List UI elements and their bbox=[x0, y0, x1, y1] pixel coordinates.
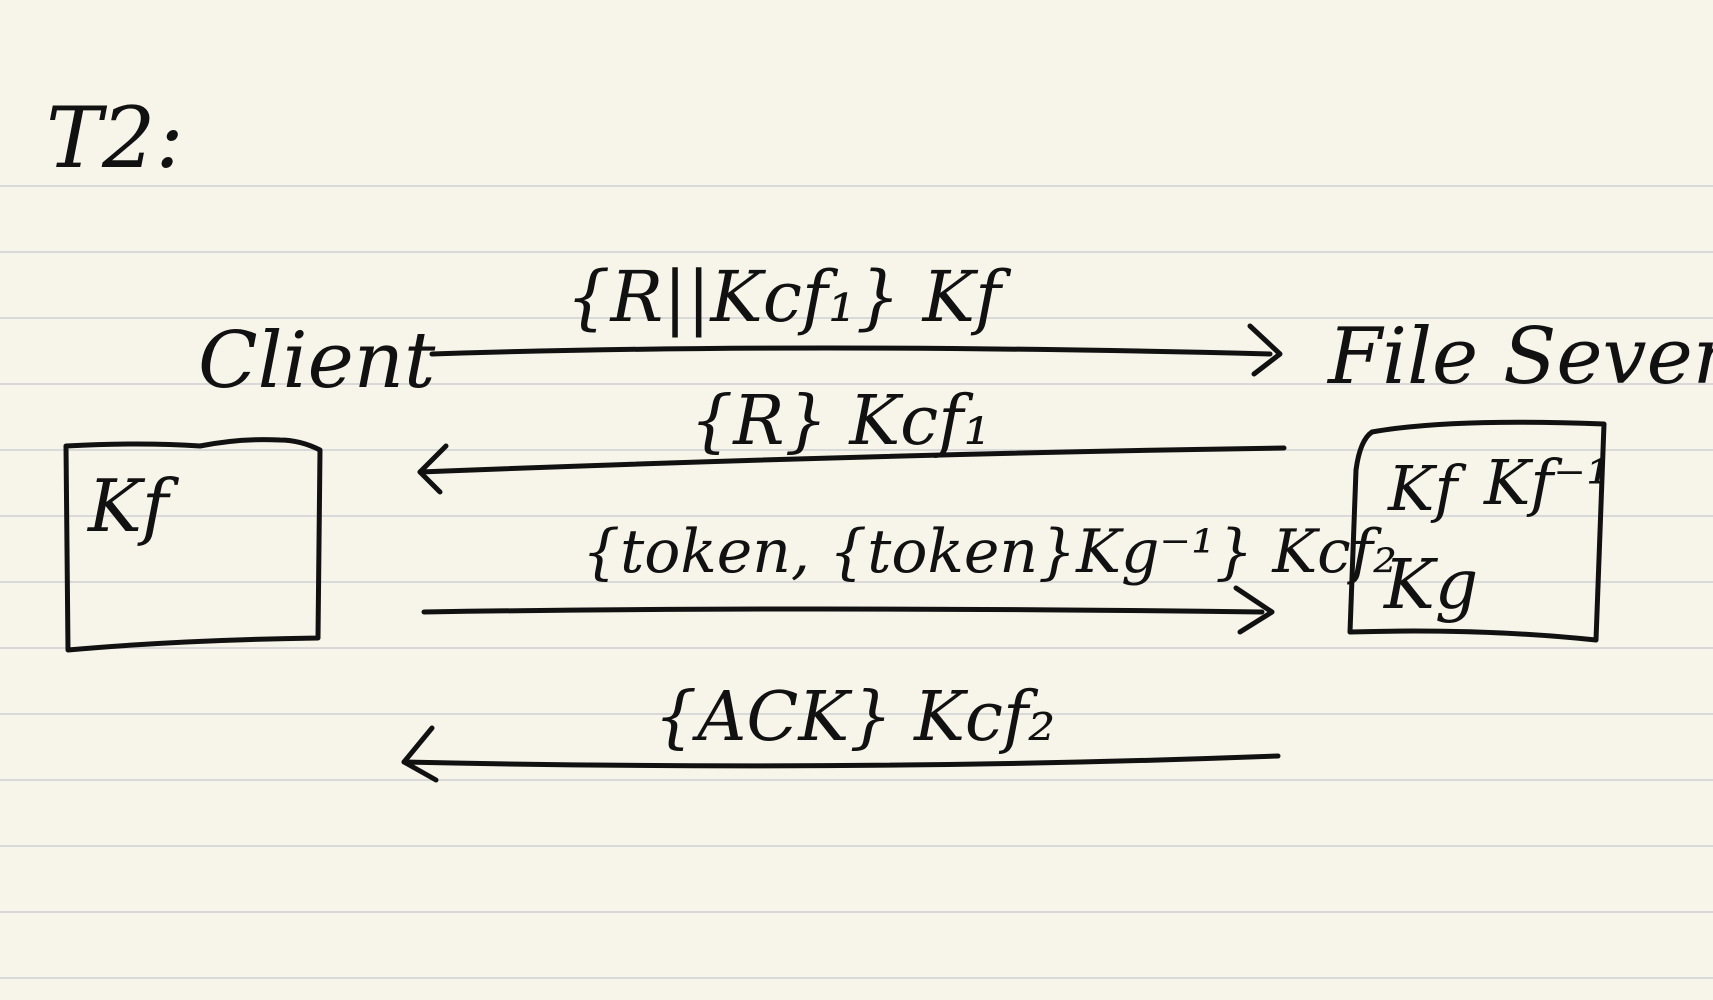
arrow-3-line bbox=[421, 606, 1265, 615]
message-2-label: {R} Kcf₁ bbox=[690, 382, 991, 461]
server-key-kg: Kg bbox=[1384, 546, 1479, 625]
message-4-label: {ACK} Kcf₂ bbox=[654, 678, 1056, 757]
message-1-label: {R||Kcf₁} Kf bbox=[566, 256, 1001, 338]
arrow-1-line bbox=[429, 345, 1273, 357]
server-key-kf-inverse: Kf⁻¹ bbox=[1484, 446, 1611, 519]
client-key-kf: Kf bbox=[88, 464, 169, 548]
arrow-4-line bbox=[401, 753, 1281, 769]
message-3-label: {token, {token}Kg⁻¹} Kcf₂ bbox=[582, 517, 1398, 587]
notebook-page: T2: Client File Sever Kf Kf Kf⁻¹ Kg {R||… bbox=[0, 0, 1713, 1000]
arrow-1-head bbox=[1247, 323, 1283, 377]
server-key-kf: Kf bbox=[1388, 452, 1458, 525]
arrow-4-head bbox=[401, 725, 439, 783]
